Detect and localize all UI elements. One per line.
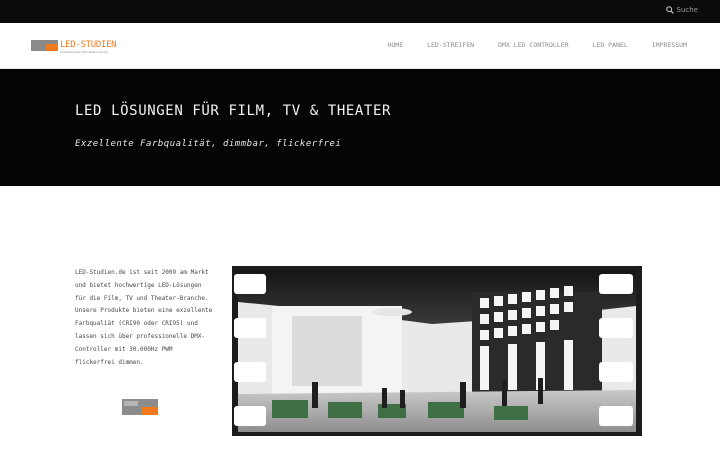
logo-subtitle: professionelle LED-Beleuchtung: [60, 50, 108, 54]
hero-subtitle: Exzellente Farbqualität, dimmbar, flicke…: [75, 139, 342, 149]
hero-title: LED LÖSUNGEN FÜR FILM, TV & THEATER: [75, 103, 392, 119]
nav-item-home[interactable]: HOME: [387, 41, 403, 49]
main-menu: HOME LED-STREIFEN DMX LED CONTROLLER LED…: [363, 41, 687, 49]
small-logo-icon: [122, 399, 158, 415]
search-placeholder: Suche: [676, 6, 698, 14]
main-navbar: LED-STUDIEN professionelle LED-Beleuchtu…: [0, 23, 720, 69]
logo-mark: [31, 40, 58, 51]
logo-title: LED-STUDIEN: [60, 40, 117, 50]
search-icon: [665, 6, 674, 14]
search-field[interactable]: Suche: [665, 6, 698, 14]
nav-item-led-panel[interactable]: LED PANEL: [593, 41, 628, 49]
nav-item-led-streifen[interactable]: LED-STREIFEN: [427, 41, 474, 49]
hero-banner: LED LÖSUNGEN FÜR FILM, TV & THEATER Exze…: [0, 69, 720, 186]
theater-stage-film-image: [232, 266, 642, 436]
intro-text: LED-Studien.de ist seit 2009 am Markt un…: [75, 269, 213, 366]
nav-item-dmx-led-controller[interactable]: DMX LED CONTROLLER: [498, 41, 568, 49]
site-logo[interactable]: LED-STUDIEN professionelle LED-Beleuchtu…: [31, 40, 117, 54]
nav-item-impressum[interactable]: IMPRESSUM: [652, 41, 687, 49]
top-bar: Suche: [0, 0, 720, 23]
